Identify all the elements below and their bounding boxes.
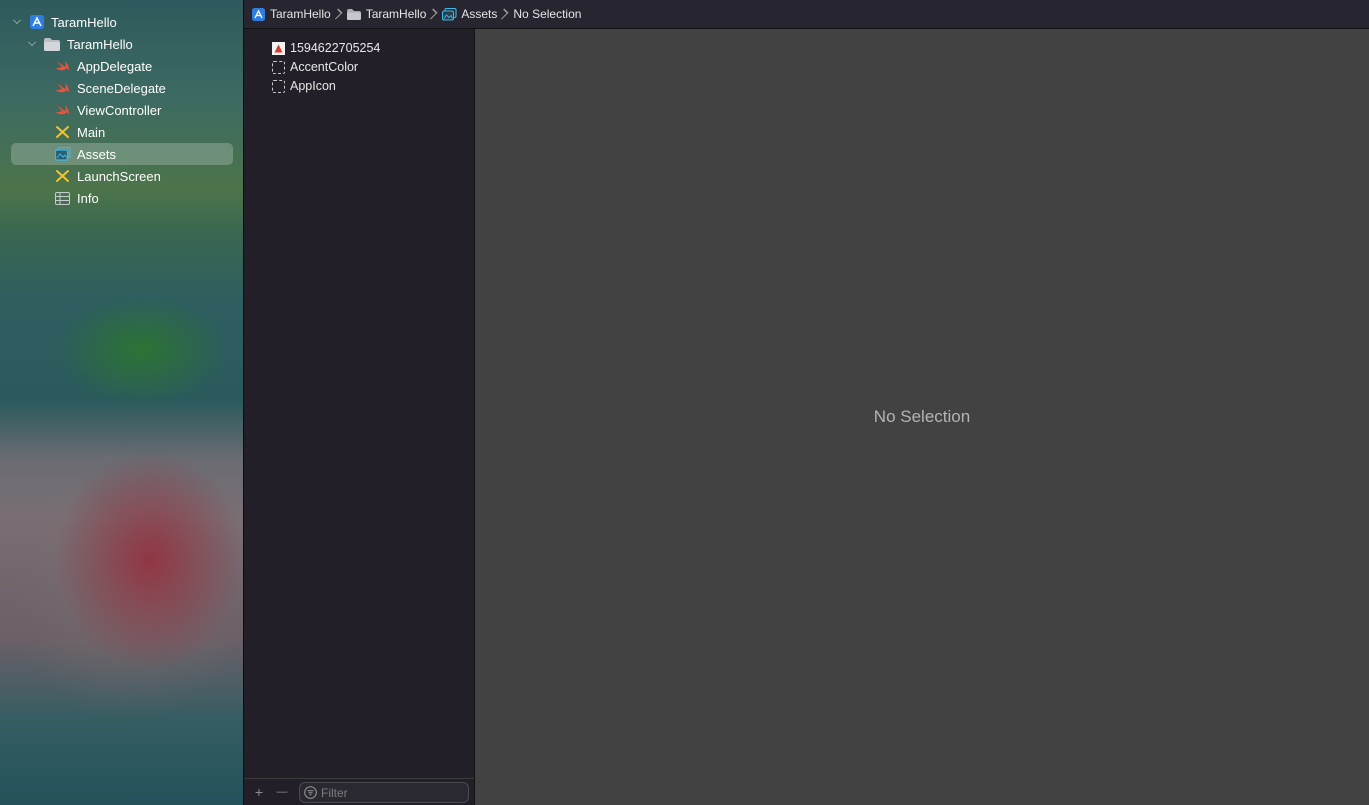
asset-item-image[interactable]: 1594622705254 bbox=[272, 39, 380, 57]
file-label: AppDelegate bbox=[77, 58, 153, 74]
storyboard-icon bbox=[56, 170, 69, 182]
xcode-project-icon bbox=[30, 15, 44, 29]
folder-icon bbox=[346, 8, 361, 20]
navigator-project-row[interactable]: TaramHello bbox=[12, 12, 117, 32]
no-selection-message: No Selection bbox=[873, 407, 971, 426]
remove-asset-button[interactable]: — bbox=[275, 785, 289, 799]
group-name-label: TaramHello bbox=[67, 36, 133, 52]
image-thumbnail-glyph bbox=[274, 44, 283, 52]
file-label: Assets bbox=[77, 146, 117, 162]
swift-file-icon bbox=[56, 61, 69, 71]
chevron-down-icon[interactable] bbox=[28, 38, 36, 46]
asset-label: AppIcon bbox=[290, 79, 336, 93]
breadcrumb-selection[interactable]: No Selection bbox=[513, 7, 581, 21]
navigator-file-info[interactable]: Info bbox=[55, 188, 99, 208]
breadcrumb-assets[interactable]: Assets bbox=[442, 7, 497, 21]
breadcrumb-label: Assets bbox=[461, 7, 498, 21]
file-label: LaunchScreen bbox=[77, 168, 161, 184]
storyboard-icon bbox=[56, 126, 69, 138]
filter-input[interactable] bbox=[321, 785, 461, 800]
selection-highlight bbox=[11, 143, 233, 165]
chevron-right-icon bbox=[426, 8, 438, 20]
asset-list-footer: + — bbox=[244, 778, 474, 805]
project-navigator[interactable]: TaramHello TaramHello AppDelegate SceneD… bbox=[0, 0, 244, 805]
plist-table-icon bbox=[55, 191, 70, 205]
chevron-right-icon bbox=[331, 8, 343, 20]
navigator-file-assets[interactable]: Assets bbox=[55, 144, 116, 164]
asset-catalog-outline[interactable]: 1594622705254 AccentColor AppIcon + — bbox=[244, 29, 475, 805]
breadcrumb-label: TaramHello bbox=[365, 7, 427, 21]
breadcrumb-group[interactable]: TaramHello bbox=[346, 7, 427, 21]
navigator-file-viewcontroller[interactable]: ViewController bbox=[55, 100, 161, 120]
asset-label: 1594622705254 bbox=[290, 41, 381, 55]
chevron-down-icon[interactable] bbox=[13, 16, 21, 24]
asset-catalog-icon bbox=[442, 7, 457, 21]
chevron-right-icon bbox=[497, 8, 509, 20]
breadcrumb-label: TaramHello bbox=[270, 7, 331, 21]
file-label: Info bbox=[77, 190, 99, 206]
asset-item-appicon[interactable]: AppIcon bbox=[272, 77, 336, 95]
asset-item-accentcolor[interactable]: AccentColor bbox=[272, 58, 358, 76]
navigator-group-row[interactable]: TaramHello bbox=[27, 34, 133, 54]
navigator-file-launchscreen[interactable]: LaunchScreen bbox=[55, 166, 161, 186]
navigator-file-main[interactable]: Main bbox=[55, 122, 105, 142]
breadcrumb-project[interactable]: TaramHello bbox=[252, 7, 331, 21]
folder-icon bbox=[44, 37, 60, 51]
xcode-project-icon bbox=[252, 7, 265, 21]
navigator-file-scenedelegate[interactable]: SceneDelegate bbox=[55, 78, 166, 98]
asset-catalog-icon bbox=[55, 147, 71, 161]
file-label: Main bbox=[77, 124, 106, 140]
breadcrumb-label: No Selection bbox=[513, 7, 582, 21]
filter-icon bbox=[304, 786, 317, 799]
image-set-icon bbox=[272, 41, 285, 55]
project-name-label: TaramHello bbox=[51, 14, 117, 30]
navigator-file-appdelegate[interactable]: AppDelegate bbox=[55, 56, 152, 76]
jump-bar: TaramHello TaramHello Assets No Selectio… bbox=[244, 0, 1369, 29]
asset-editor-canvas[interactable]: No Selection bbox=[475, 29, 1369, 805]
filter-field[interactable] bbox=[299, 782, 469, 803]
file-label: SceneDelegate bbox=[77, 80, 166, 96]
app-icon-set-icon bbox=[272, 79, 285, 93]
add-asset-button[interactable]: + bbox=[252, 785, 266, 799]
file-label: ViewController bbox=[77, 102, 162, 118]
swift-file-icon bbox=[56, 105, 69, 115]
color-set-icon bbox=[272, 60, 285, 74]
asset-label: AccentColor bbox=[290, 60, 359, 74]
swift-file-icon bbox=[56, 83, 69, 93]
